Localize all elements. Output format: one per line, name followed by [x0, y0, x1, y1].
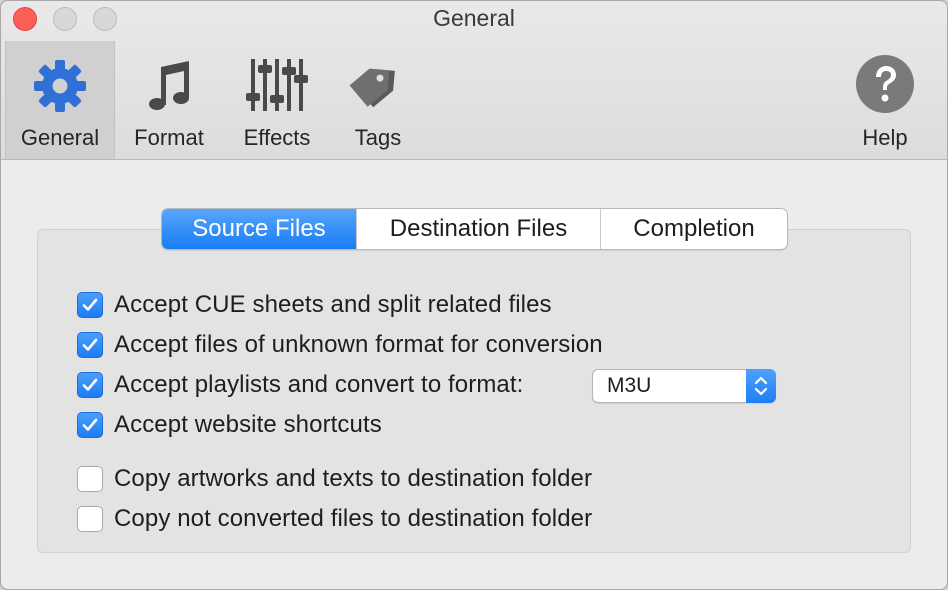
playlist-format-value: M3U [607, 374, 652, 397]
preferences-window: General General Format Effects Tags Help… [0, 0, 948, 590]
option-label: Accept website shortcuts [114, 411, 382, 438]
music-note-icon [137, 53, 201, 117]
toolbar-item-tags[interactable]: Tags [335, 41, 421, 159]
option-accept-website-shortcuts[interactable]: Accept website shortcuts [77, 410, 382, 440]
toolbar-item-general[interactable]: General [5, 41, 115, 159]
gear-icon [28, 53, 92, 117]
tab-bar: Source Files Destination Files Completio… [161, 208, 788, 250]
option-accept-unknown-format[interactable]: Accept files of unknown format for conve… [77, 330, 603, 360]
toolbar-item-label: Effects [243, 125, 311, 150]
option-label: Accept files of unknown format for conve… [114, 331, 603, 358]
option-copy-not-converted[interactable]: Copy not converted files to destination … [77, 504, 592, 534]
toolbar-item-label: Tags [354, 125, 402, 150]
checkmark-icon [82, 338, 98, 351]
tab-source-files[interactable]: Source Files [162, 209, 357, 249]
checkbox-unchecked[interactable] [77, 506, 103, 532]
select-stepper[interactable] [746, 369, 776, 403]
toolbar-item-help[interactable]: Help [847, 41, 923, 159]
option-label: Accept playlists and convert to format: [114, 371, 524, 398]
option-label: Copy artworks and texts to destination f… [114, 465, 593, 492]
toolbar-item-label: Format [134, 125, 204, 150]
checkbox-checked[interactable] [77, 332, 103, 358]
window-title: General [433, 5, 515, 31]
checkbox-checked[interactable] [77, 412, 103, 438]
up-down-chevron-icon [754, 376, 768, 396]
toolbar-item-format[interactable]: Format [119, 41, 219, 159]
tab-completion[interactable]: Completion [601, 209, 787, 249]
toolbar-item-label: General [20, 125, 100, 150]
option-accept-playlists[interactable]: Accept playlists and convert to format: [77, 370, 523, 400]
checkbox-checked[interactable] [77, 372, 103, 398]
checkbox-unchecked[interactable] [77, 466, 103, 492]
tab-destination-files[interactable]: Destination Files [357, 209, 601, 249]
option-accept-cue-sheets[interactable]: Accept CUE sheets and split related file… [77, 290, 552, 320]
checkbox-checked[interactable] [77, 292, 103, 318]
checkmark-icon [82, 418, 98, 431]
toolbar-item-effects[interactable]: Effects [223, 41, 331, 159]
option-label: Accept CUE sheets and split related file… [114, 291, 552, 318]
sliders-icon [245, 53, 309, 117]
title-toolbar-area: General General Format Effects Tags Help [1, 1, 947, 160]
checkmark-icon [82, 378, 98, 391]
option-copy-artworks[interactable]: Copy artworks and texts to destination f… [77, 464, 592, 494]
help-icon [853, 53, 917, 117]
playlist-format-select[interactable]: M3U [592, 369, 776, 403]
toolbar-item-label: Help [862, 125, 908, 150]
option-label: Copy not converted files to destination … [114, 505, 593, 532]
checkmark-icon [82, 298, 98, 311]
tag-icon [346, 53, 410, 117]
